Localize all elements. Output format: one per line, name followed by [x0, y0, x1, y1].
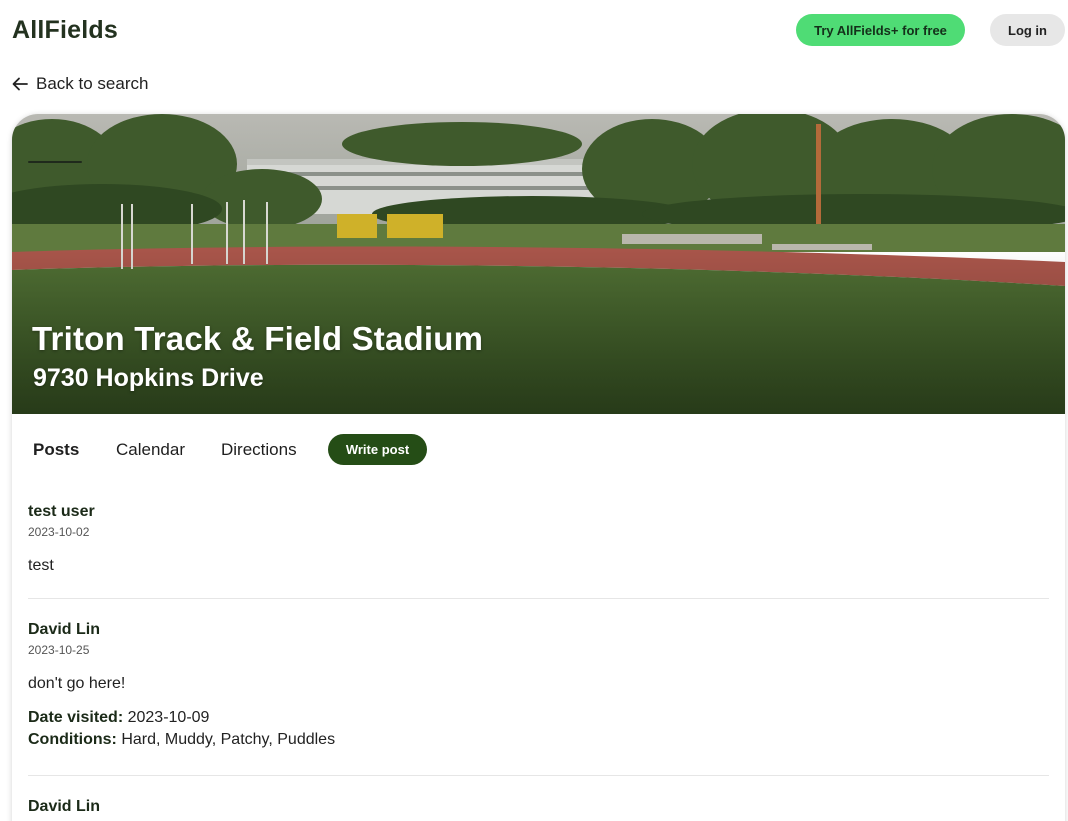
- top-bar: AllFields Try AllFields+ for free Log in: [0, 0, 1068, 64]
- login-button[interactable]: Log in: [990, 14, 1065, 46]
- write-post-button[interactable]: Write post: [328, 434, 427, 465]
- field-address: 9730 Hopkins Drive: [33, 364, 264, 392]
- post-body: test: [28, 557, 54, 574]
- post-divider: [28, 775, 1049, 776]
- post-author[interactable]: test user: [28, 503, 1049, 521]
- post-date: 2023-10-25: [28, 643, 90, 657]
- post-date-visited: Date visited: 2023-10-09: [28, 707, 1049, 729]
- tab-posts[interactable]: Posts: [33, 434, 79, 466]
- post-details: Date visited: 2023-10-09 Conditions: Har…: [28, 707, 1049, 751]
- post-author[interactable]: David Lin: [28, 621, 1049, 639]
- try-allfields-plus-button[interactable]: Try AllFields+ for free: [796, 14, 965, 46]
- field-card: Triton Track & Field Stadium 9730 Hopkin…: [12, 114, 1065, 821]
- date-visited-value: 2023-10-09: [127, 709, 210, 726]
- back-to-search-label: Back to search: [36, 74, 149, 93]
- arrow-left-icon: [12, 77, 28, 91]
- post-item: David Lin: [28, 798, 1049, 816]
- post-date: 2023-10-02: [28, 525, 90, 539]
- field-hero-image: Triton Track & Field Stadium 9730 Hopkin…: [12, 114, 1065, 414]
- post-divider: [28, 598, 1049, 599]
- tab-calendar[interactable]: Calendar: [116, 434, 185, 466]
- post-item: test user 2023-10-02 test: [28, 503, 1049, 575]
- conditions-value: Hard, Muddy, Patchy, Puddles: [121, 731, 336, 748]
- active-tab-indicator: [28, 161, 82, 163]
- post-item: David Lin 2023-10-25 don't go here! Date…: [28, 621, 1049, 751]
- date-visited-label: Date visited:: [28, 709, 124, 726]
- app-logo[interactable]: AllFields: [12, 16, 118, 45]
- post-body: don't go here!: [28, 675, 126, 692]
- field-tabs: Posts Calendar Directions: [12, 434, 1065, 466]
- post-author[interactable]: David Lin: [28, 798, 1049, 816]
- back-to-search-link[interactable]: Back to search: [12, 72, 148, 96]
- post-conditions: Conditions: Hard, Muddy, Patchy, Puddles: [28, 729, 1049, 751]
- conditions-label: Conditions:: [28, 731, 117, 748]
- tab-directions[interactable]: Directions: [221, 434, 297, 466]
- field-name-title: Triton Track & Field Stadium: [32, 320, 484, 357]
